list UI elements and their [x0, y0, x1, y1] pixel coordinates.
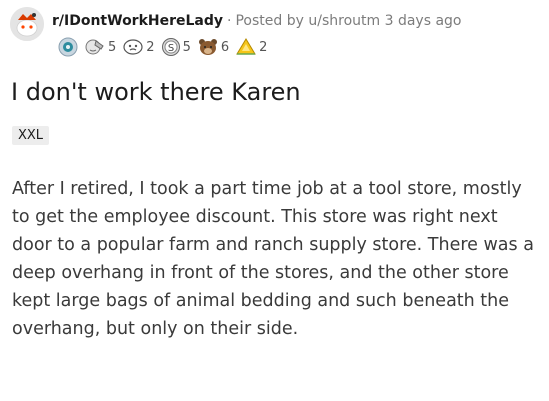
subreddit-link[interactable]: r/IDontWorkHereLady: [52, 13, 223, 29]
post-title[interactable]: I don't work there Karen: [11, 78, 301, 106]
facepalm-award-icon: [85, 39, 104, 55]
posted-by-prefix: Posted by: [235, 13, 304, 29]
posted-by: Posted by u/shroutm 3 days ago: [235, 13, 461, 29]
award-silver[interactable]: [58, 37, 78, 57]
award-bear[interactable]: 6: [197, 37, 229, 57]
award-count: 2: [259, 39, 268, 55]
award-count: 5: [182, 39, 191, 55]
post-meta: r/IDontWorkHereLady · Posted by u/shrout…: [52, 13, 461, 29]
subreddit-avatar[interactable]: [10, 7, 44, 41]
award-coin[interactable]: S 5: [161, 37, 191, 57]
award-count: 5: [108, 39, 117, 55]
award-count: 2: [146, 39, 155, 55]
face-award-icon: [123, 39, 143, 55]
svg-text:S: S: [167, 43, 173, 54]
awards-row: 5 2 S 5 6 2: [58, 37, 273, 57]
award-facepalm[interactable]: 5: [84, 37, 116, 57]
post-timestamp[interactable]: 3 days ago: [385, 13, 462, 29]
post-header: r/IDontWorkHereLady · Posted by u/shrout…: [10, 6, 461, 41]
post-flair[interactable]: XXL: [12, 126, 50, 145]
award-face[interactable]: 2: [122, 37, 155, 57]
award-gold-triangle[interactable]: 2: [235, 37, 267, 57]
coin-award-icon: S: [161, 38, 180, 56]
username-link[interactable]: u/shroutm: [308, 13, 380, 29]
award-count: 6: [220, 39, 230, 55]
subreddit-avatar-icon: [10, 7, 44, 41]
meta-separator: ·: [227, 13, 232, 29]
gold-triangle-award-icon: [236, 38, 257, 55]
post-body: After I retired, I took a part time job …: [12, 179, 534, 339]
bear-award-icon: [198, 39, 217, 55]
silver-award-icon: [58, 37, 78, 57]
